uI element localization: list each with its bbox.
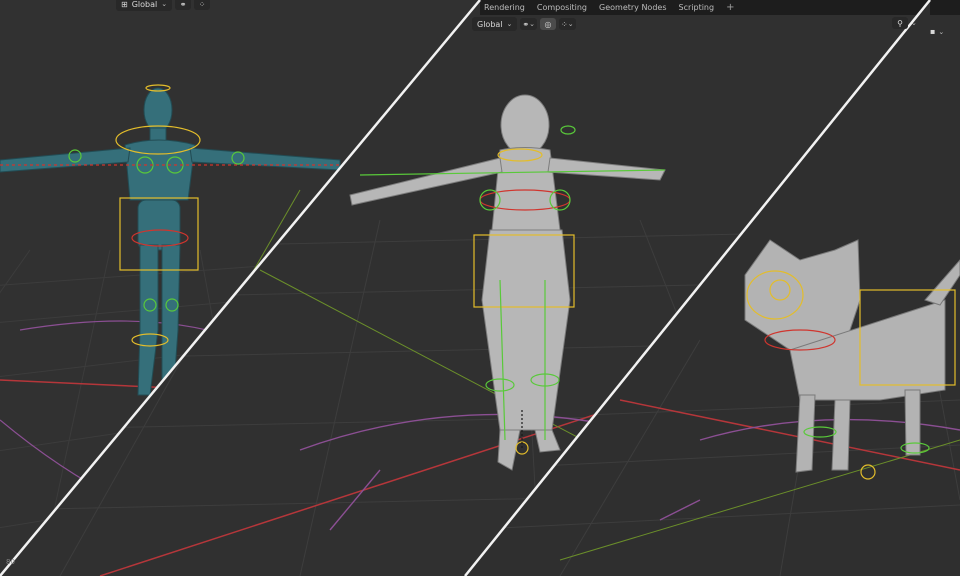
transform-orientation-dropdown[interactable]: Global ⌄ — [472, 17, 518, 31]
blender-viewport-collage: ⊞ Global ⌄ ⚭ ⁘ Rendering Compositing Geo… — [0, 0, 960, 576]
overlay-button[interactable]: ⁘ ⌄ — [558, 18, 576, 30]
snap-toggle-button[interactable]: ◎ — [539, 18, 556, 30]
viewport-header-left: ⊞ Global ⌄ ⚭ ⁘ — [116, 0, 211, 11]
tab-scripting[interactable]: Scripting — [673, 3, 721, 12]
chevron-down-icon: ⌄ — [567, 20, 574, 28]
square-icon: ▪ — [930, 27, 936, 36]
pivot-point-button[interactable]: ⚭ — [175, 0, 192, 10]
add-workspace-button[interactable]: + — [720, 2, 740, 13]
tab-compositing[interactable]: Compositing — [531, 3, 593, 12]
pivot-point-button[interactable]: ⚭ ⌄ — [520, 18, 537, 30]
link-icon: ⚭ — [179, 0, 187, 9]
snap-toggle-button[interactable]: ⁘ — [194, 0, 211, 10]
viewport-header-right-extra: ▪ ⌄ — [930, 27, 944, 36]
four-dots-icon: ⁘ — [198, 0, 206, 9]
workspace-tabs: Rendering Compositing Geometry Nodes Scr… — [478, 0, 740, 15]
view-gizmo-toggle[interactable]: ⚲ — [892, 17, 908, 29]
chevron-down-icon: ⌄ — [506, 20, 513, 28]
four-dots-icon: ⁘ — [560, 19, 568, 29]
tab-rendering[interactable]: Rendering — [478, 3, 531, 12]
chevron-down-icon: ⌄ — [529, 20, 535, 28]
viewport-header-middle: Global ⌄ ⚭ ⌄ ◎ ⁘ ⌄ — [472, 17, 576, 31]
link-icon: ⚭ — [522, 19, 530, 29]
chevron-down-icon[interactable]: ⌄ — [938, 28, 944, 36]
orientation-label: Global — [477, 19, 503, 29]
tab-geometry-nodes[interactable]: Geometry Nodes — [593, 3, 672, 12]
magnet-icon: ◎ — [544, 19, 552, 29]
orientation-icon: ⊞ — [121, 0, 128, 9]
chevron-down-icon: ⌄ — [161, 0, 168, 8]
viewport-scene — [0, 0, 960, 576]
status-text: 80 — [6, 558, 15, 566]
chevron-down-icon[interactable]: ⌄ — [911, 19, 917, 27]
viewport-header-right: ⚲ ⌄ — [892, 17, 917, 29]
view-gizmo-icon: ⚲ — [897, 18, 903, 28]
transform-orientation-dropdown[interactable]: ⊞ Global ⌄ — [116, 0, 173, 11]
orientation-label: Global — [131, 0, 158, 9]
